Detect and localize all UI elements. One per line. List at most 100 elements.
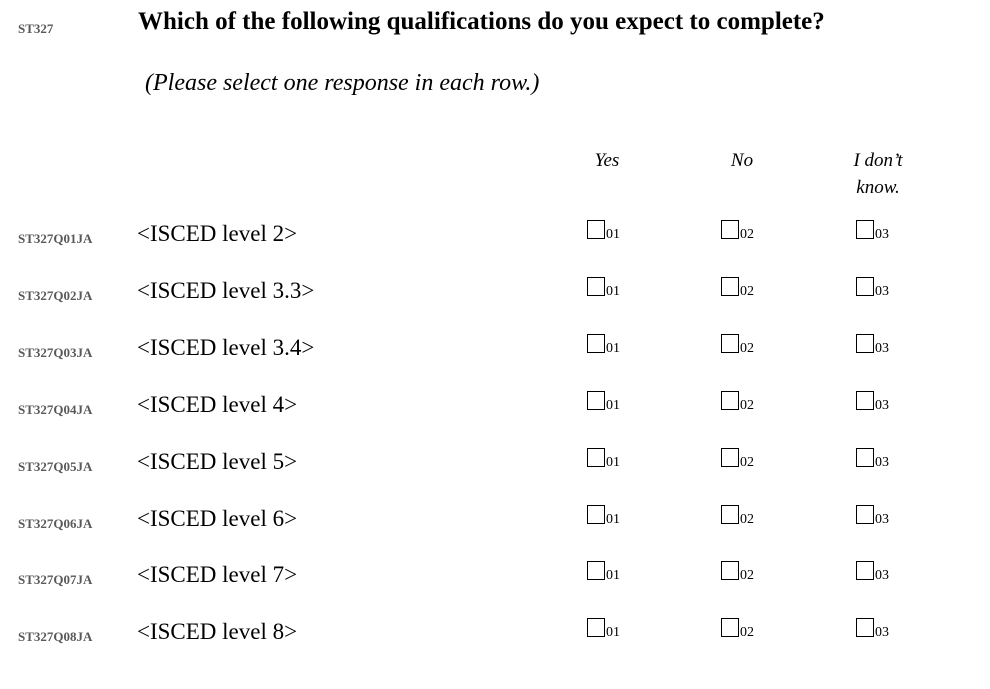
question-title: Which of the following qualifications do… <box>138 8 825 35</box>
checkbox-square[interactable] <box>856 333 874 353</box>
response-code: 03 <box>875 454 889 470</box>
checkbox-dont-know[interactable]: 03 <box>856 445 900 475</box>
checkbox-yes[interactable]: 01 <box>587 388 631 418</box>
question-row: ST327Q02JA <ISCED level 3.3> 01 02 03 <box>0 274 990 314</box>
response-code: 03 <box>875 283 889 299</box>
checkbox-no[interactable]: 02 <box>721 331 765 361</box>
response-code: 03 <box>875 397 889 413</box>
checkbox-square[interactable] <box>721 561 739 581</box>
checkbox-no[interactable]: 02 <box>721 274 765 304</box>
response-code: 02 <box>740 397 754 413</box>
question-row: ST327Q07JA <ISCED level 7> 01 02 03 <box>0 558 990 598</box>
checkbox-square[interactable] <box>721 390 739 410</box>
question-row: ST327Q06JA <ISCED level 6> 01 02 03 <box>0 502 990 542</box>
checkbox-no[interactable]: 02 <box>721 445 765 475</box>
checkbox-square[interactable] <box>587 447 605 467</box>
response-code: 02 <box>740 340 754 356</box>
column-header-dont-know: I don’t know. <box>853 150 903 198</box>
row-item-label: <ISCED level 3.4> <box>137 334 315 360</box>
checkbox-square[interactable] <box>721 220 739 239</box>
row-item-label: <ISCED level 8> <box>137 619 298 645</box>
checkbox-square[interactable] <box>587 333 605 353</box>
checkbox-square[interactable] <box>856 561 874 581</box>
row-item-code: ST327Q04JA <box>18 401 93 417</box>
checkbox-no[interactable]: 02 <box>721 388 765 418</box>
row-item-label: <ISCED level 7> <box>137 562 298 588</box>
checkbox-square[interactable] <box>856 504 874 524</box>
checkbox-yes[interactable]: 01 <box>587 445 631 475</box>
checkbox-square[interactable] <box>587 220 605 239</box>
checkbox-dont-know[interactable]: 03 <box>856 615 900 645</box>
checkbox-square[interactable] <box>721 447 739 467</box>
response-code: 01 <box>606 568 620 584</box>
response-code: 01 <box>606 397 620 413</box>
checkbox-square[interactable] <box>721 618 739 638</box>
checkbox-yes[interactable]: 01 <box>587 217 631 247</box>
row-item-label: <ISCED level 2> <box>137 221 298 246</box>
checkbox-dont-know[interactable]: 03 <box>856 331 900 361</box>
question-row: ST327Q05JA <ISCED level 5> 01 02 03 <box>0 445 990 485</box>
checkbox-no[interactable]: 02 <box>721 615 765 645</box>
checkbox-yes[interactable]: 01 <box>587 274 631 304</box>
checkbox-square[interactable] <box>856 220 874 239</box>
row-item-code: ST327Q06JA <box>18 515 93 531</box>
checkbox-dont-know[interactable]: 03 <box>856 502 900 532</box>
response-code: 02 <box>740 511 754 527</box>
checkbox-square[interactable] <box>587 618 605 638</box>
response-code: 02 <box>740 227 754 242</box>
response-code: 03 <box>875 340 889 356</box>
row-item-code: ST327Q07JA <box>18 572 93 588</box>
question-row: ST327Q01JA <ISCED level 2> 01 02 03 <box>0 217 990 257</box>
checkbox-square[interactable] <box>856 390 874 410</box>
response-code: 03 <box>875 511 889 527</box>
checkbox-yes[interactable]: 01 <box>587 502 631 532</box>
question-row: ST327Q08JA <ISCED level 8> 01 02 03 <box>0 615 990 655</box>
checkbox-dont-know[interactable]: 03 <box>856 274 900 304</box>
row-item-code: ST327Q05JA <box>18 458 93 474</box>
checkbox-dont-know[interactable]: 03 <box>856 217 900 247</box>
response-code: 03 <box>875 227 889 242</box>
response-code: 01 <box>606 454 620 470</box>
checkbox-dont-know[interactable]: 03 <box>856 388 900 418</box>
checkbox-square[interactable] <box>587 390 605 410</box>
instruction-text: (Please select one response in each row.… <box>145 70 540 96</box>
checkbox-yes[interactable]: 01 <box>587 331 631 361</box>
row-item-code: ST327Q03JA <box>18 344 93 360</box>
response-code: 02 <box>740 454 754 470</box>
response-code: 01 <box>606 511 620 527</box>
checkbox-square[interactable] <box>721 276 739 296</box>
checkbox-square[interactable] <box>721 333 739 353</box>
checkbox-yes[interactable]: 01 <box>587 615 631 645</box>
response-code: 01 <box>606 625 620 641</box>
row-item-label: <ISCED level 4> <box>137 391 298 417</box>
checkbox-square[interactable] <box>587 561 605 581</box>
response-code: 03 <box>875 568 889 584</box>
question-id: ST327 <box>18 21 54 36</box>
response-code: 03 <box>875 625 889 641</box>
response-code: 01 <box>606 283 620 299</box>
row-item-label: <ISCED level 6> <box>137 505 298 531</box>
checkbox-no[interactable]: 02 <box>721 558 765 588</box>
checkbox-square[interactable] <box>721 504 739 524</box>
row-item-code: ST327Q08JA <box>18 629 93 645</box>
checkbox-square[interactable] <box>856 618 874 638</box>
checkbox-square[interactable] <box>587 276 605 296</box>
checkbox-square[interactable] <box>856 447 874 467</box>
checkbox-square[interactable] <box>587 504 605 524</box>
response-code: 01 <box>606 340 620 356</box>
checkbox-no[interactable]: 02 <box>721 217 765 247</box>
checkbox-square[interactable] <box>856 276 874 296</box>
column-header-no: No <box>730 150 754 171</box>
checkbox-yes[interactable]: 01 <box>587 558 631 588</box>
response-code: 02 <box>740 283 754 299</box>
checkbox-no[interactable]: 02 <box>721 502 765 532</box>
checkbox-dont-know[interactable]: 03 <box>856 558 900 588</box>
column-header-yes: Yes <box>594 150 620 171</box>
question-row: ST327Q03JA <ISCED level 3.4> 01 02 03 <box>0 331 990 371</box>
question-row: ST327Q04JA <ISCED level 4> 01 02 03 <box>0 388 990 428</box>
row-item-label: <ISCED level 3.3> <box>137 277 315 303</box>
response-code: 02 <box>740 625 754 641</box>
response-code: 02 <box>740 568 754 584</box>
row-item-code: ST327Q02JA <box>18 287 93 303</box>
row-item-code: ST327Q01JA <box>18 231 93 246</box>
